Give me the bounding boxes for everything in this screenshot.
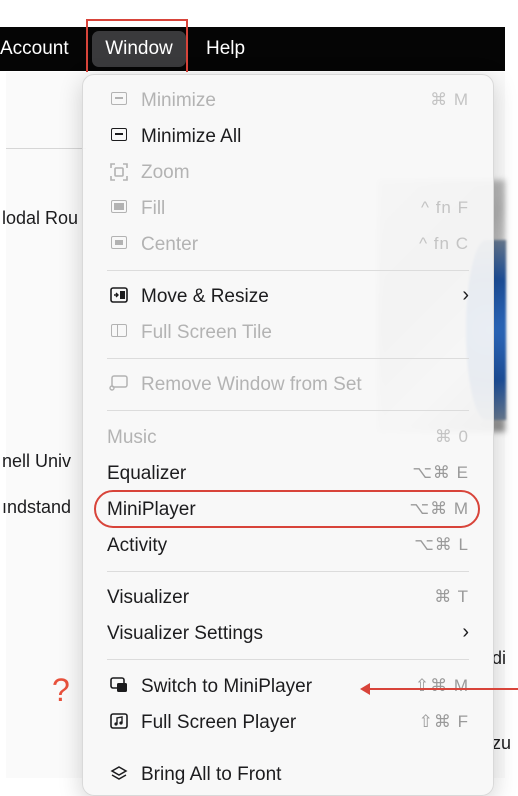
menu-item-bring-all-front-label: Bring All to Front xyxy=(141,764,282,785)
menu-item-full-screen-player[interactable]: Full Screen Player ⇧⌘ F xyxy=(83,705,493,741)
menu-item-move-resize[interactable]: Move & Resize › xyxy=(83,279,493,315)
background-text-2: nell Univ xyxy=(2,451,72,471)
menu-item-switch-miniplayer-label: Switch to MiniPlayer xyxy=(141,676,313,697)
minimize-icon xyxy=(109,91,129,111)
menu-item-center-shortcut: ^ fn C xyxy=(419,234,469,253)
menu-item-bring-all-front[interactable]: Bring All to Front xyxy=(83,757,493,793)
menu-item-fill-shortcut: ^ fn F xyxy=(421,198,469,217)
menu-account[interactable]: Account xyxy=(0,37,69,61)
move-resize-icon xyxy=(109,287,129,307)
menu-item-activity[interactable]: Activity ⌥⌘ L xyxy=(83,528,493,564)
menu-separator xyxy=(107,659,469,660)
menu-item-activity-label: Activity xyxy=(107,535,168,556)
menu-item-minimize-shortcut: ⌘ M xyxy=(430,90,469,109)
background-divider xyxy=(6,148,86,149)
menu-item-music-label: Music xyxy=(107,427,157,448)
menu-item-minimize[interactable]: Minimize ⌘ M xyxy=(83,83,493,119)
menu-item-full-screen-player-shortcut: ⇧⌘ F xyxy=(418,712,469,731)
menu-item-visualizer-label: Visualizer xyxy=(107,587,190,608)
remove-window-icon xyxy=(109,375,129,395)
menu-item-move-resize-label: Move & Resize xyxy=(141,286,269,307)
menu-item-equalizer-label: Equalizer xyxy=(107,463,187,484)
menu-item-full-screen-tile[interactable]: Full Screen Tile xyxy=(83,315,493,351)
menu-item-zoom[interactable]: Zoom xyxy=(83,155,493,191)
background-side-text-2: zu xyxy=(492,733,512,753)
background-text-3: ındstand xyxy=(2,497,72,517)
menu-bar: Account Window Help xyxy=(0,27,505,71)
menu-separator xyxy=(107,571,469,572)
menu-item-equalizer[interactable]: Equalizer ⌥⌘ E xyxy=(83,456,493,492)
menu-item-zoom-label: Zoom xyxy=(141,162,190,183)
zoom-icon xyxy=(109,163,129,183)
menu-item-activity-shortcut: ⌥⌘ L xyxy=(414,535,469,554)
window-menu-annotation-box xyxy=(86,19,188,75)
miniplayer-annotation-box xyxy=(94,490,480,528)
background-text-1: lodal Rou xyxy=(2,208,79,228)
annotation-arrow-head xyxy=(360,683,370,695)
chevron-right-icon: › xyxy=(462,621,469,643)
menu-item-minimize-label: Minimize xyxy=(141,90,216,111)
fill-icon xyxy=(109,199,129,219)
menu-item-remove-window-label: Remove Window from Set xyxy=(141,374,362,395)
menu-item-remove-window[interactable]: Remove Window from Set xyxy=(83,367,493,403)
menu-item-visualizer-settings-label: Visualizer Settings xyxy=(107,623,263,644)
menu-item-fill-label: Fill xyxy=(141,198,166,219)
menu-item-minimize-all[interactable]: Minimize All xyxy=(83,119,493,155)
menu-item-fill[interactable]: Fill ^ fn F xyxy=(83,191,493,227)
menu-item-visualizer-shortcut: ⌘ T xyxy=(434,587,469,606)
menu-item-visualizer[interactable]: Visualizer ⌘ T xyxy=(83,580,493,616)
question-mark-annotation: ? xyxy=(52,672,70,708)
menu-item-center[interactable]: Center ^ fn C xyxy=(83,227,493,263)
center-icon xyxy=(109,235,129,255)
switch-miniplayer-icon xyxy=(109,677,129,697)
menu-item-equalizer-shortcut: ⌥⌘ E xyxy=(412,463,469,482)
annotation-arrow-line xyxy=(362,688,518,690)
background-side-text-1: di xyxy=(492,648,507,668)
menu-item-music[interactable]: Music ⌘ 0 xyxy=(83,420,493,456)
menu-item-visualizer-settings[interactable]: Visualizer Settings › xyxy=(83,616,493,652)
menu-help[interactable]: Help xyxy=(206,37,245,61)
menu-item-music-shortcut: ⌘ 0 xyxy=(434,427,469,446)
menu-item-switch-miniplayer[interactable]: Switch to MiniPlayer ⇧⌘ M xyxy=(83,669,493,705)
menu-item-switch-miniplayer-shortcut: ⇧⌘ M xyxy=(414,676,469,695)
chevron-right-icon: › xyxy=(462,284,469,306)
menu-item-minimize-all-label: Minimize All xyxy=(141,126,242,147)
menu-separator xyxy=(107,410,469,411)
menu-separator xyxy=(107,358,469,359)
menu-item-center-label: Center xyxy=(141,234,199,255)
bring-all-front-icon xyxy=(109,765,129,785)
menu-item-full-screen-tile-label: Full Screen Tile xyxy=(141,322,272,343)
menu-item-full-screen-player-label: Full Screen Player xyxy=(141,712,297,733)
minimize-all-icon xyxy=(109,127,129,147)
full-screen-tile-icon xyxy=(109,323,129,343)
menu-separator xyxy=(107,270,469,271)
full-screen-player-icon xyxy=(109,713,129,733)
